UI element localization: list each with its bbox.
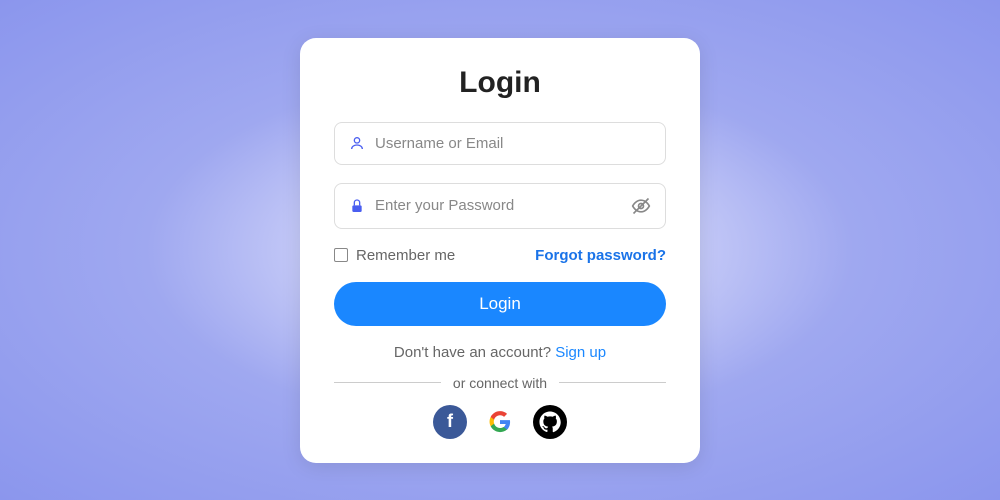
user-icon — [349, 135, 365, 151]
facebook-icon[interactable]: f — [433, 405, 467, 439]
signup-prompt: Don't have an account? Sign up — [334, 344, 666, 361]
eye-off-icon[interactable] — [631, 196, 651, 216]
connect-label: or connect with — [453, 375, 547, 391]
divider-line — [559, 382, 666, 383]
remember-checkbox[interactable] — [334, 248, 348, 262]
login-button[interactable]: Login — [334, 282, 666, 326]
github-icon[interactable] — [533, 405, 567, 439]
page-title: Login — [334, 66, 666, 100]
username-group — [334, 122, 666, 165]
password-group — [334, 183, 666, 229]
login-card: Login Remember me Forgot password? Login… — [300, 38, 700, 463]
social-buttons: f — [334, 405, 666, 439]
google-icon[interactable] — [483, 405, 517, 439]
signup-link[interactable]: Sign up — [555, 344, 606, 361]
divider-line — [334, 382, 441, 383]
password-input[interactable] — [375, 197, 621, 214]
remember-label: Remember me — [356, 247, 455, 264]
options-row: Remember me Forgot password? — [334, 247, 666, 264]
remember-me[interactable]: Remember me — [334, 247, 455, 264]
username-input[interactable] — [375, 135, 651, 152]
forgot-password-link[interactable]: Forgot password? — [535, 247, 666, 264]
lock-icon — [349, 198, 365, 214]
divider: or connect with — [334, 375, 666, 391]
